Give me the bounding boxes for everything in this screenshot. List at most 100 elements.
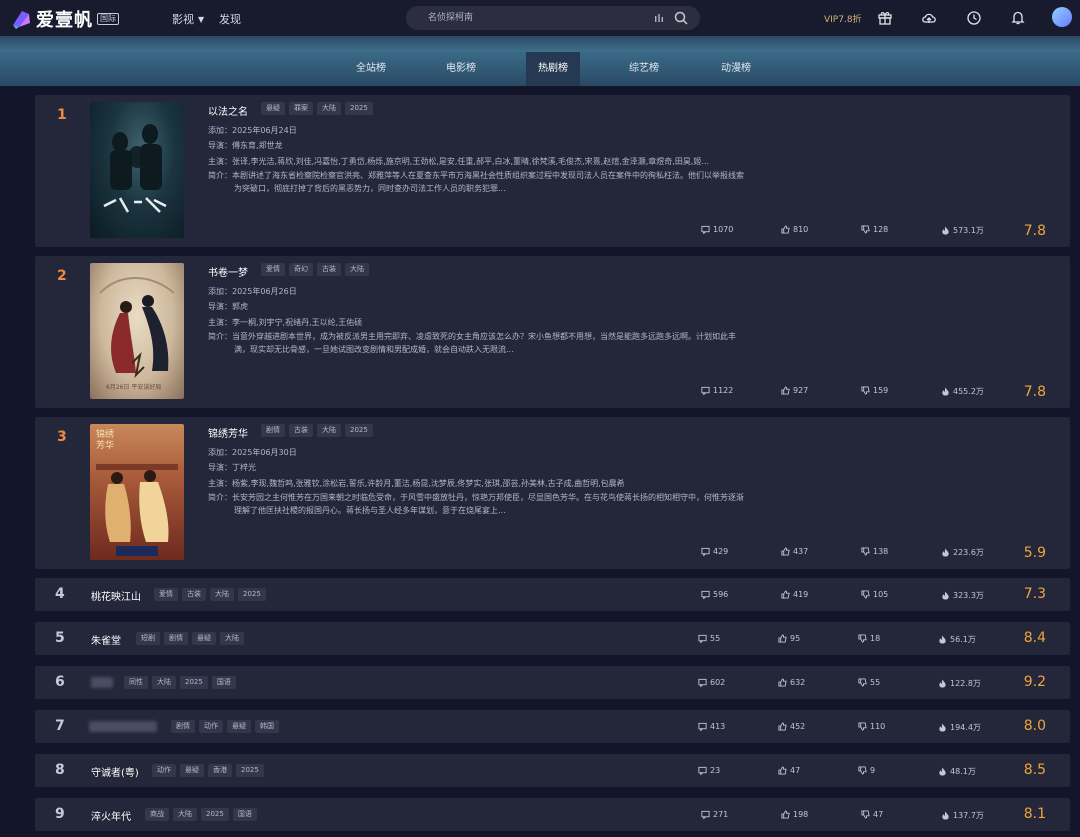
- item-title[interactable]: 淬火年代: [91, 808, 131, 823]
- tag[interactable]: 奇幻: [289, 263, 313, 276]
- tab-variety[interactable]: 综艺榜: [614, 52, 674, 86]
- tag[interactable]: 2025: [345, 102, 373, 115]
- tag[interactable]: 国语: [232, 808, 257, 821]
- list-item[interactable]: 2 6月26日 平安该好局 书卷一梦 爱情 奇幻 古装 大陆 添加：2025年0…: [35, 256, 1070, 408]
- tag[interactable]: 大陆: [220, 632, 244, 645]
- item-title[interactable]: 朱雀堂: [91, 632, 121, 647]
- like-count[interactable]: 437: [781, 547, 808, 556]
- cast-row: 主演：杨紫,李现,魏哲鸣,张雅钦,涂松岩,誓乐,许龄月,董洁,杨昆,沈梦辰,佟梦…: [208, 478, 625, 489]
- tag[interactable]: 2025: [345, 424, 373, 437]
- tag[interactable]: 2025: [201, 808, 229, 821]
- tag[interactable]: 爱情: [154, 588, 178, 601]
- history-icon[interactable]: [966, 10, 982, 26]
- like-count[interactable]: 810: [781, 225, 808, 234]
- tag[interactable]: 爱情: [261, 263, 285, 276]
- like-count[interactable]: 452: [778, 722, 805, 731]
- tag[interactable]: 大陆: [210, 588, 234, 601]
- item-title[interactable]: 锦绣芳华: [208, 425, 248, 440]
- nav-video[interactable]: 影视 ▼: [172, 11, 204, 27]
- item-title[interactable]: 桃花映江山: [91, 588, 141, 603]
- tag[interactable]: 悬疑: [261, 102, 285, 115]
- tag[interactable]: 大陆: [317, 102, 341, 115]
- dislike-count[interactable]: 47: [861, 810, 883, 819]
- tag[interactable]: 国语: [211, 676, 236, 689]
- cast-label: 主演：: [208, 318, 232, 327]
- dislike-count[interactable]: 9: [858, 766, 875, 775]
- nav-discover[interactable]: 发现: [219, 11, 241, 27]
- tag[interactable]: 2025: [236, 764, 264, 777]
- tag[interactable]: 2025: [180, 676, 208, 689]
- tab-all[interactable]: 全站榜: [341, 52, 401, 86]
- tag[interactable]: 大陆: [173, 808, 197, 821]
- poster-image[interactable]: [90, 102, 184, 238]
- tag[interactable]: 香港: [208, 764, 232, 777]
- thumbs-up-icon: [781, 590, 790, 599]
- dislike-count[interactable]: 55: [858, 678, 880, 687]
- like-count[interactable]: 95: [778, 634, 800, 643]
- tag[interactable]: 古装: [317, 263, 341, 276]
- comment-icon: [701, 386, 710, 395]
- tab-movies[interactable]: 电影榜: [431, 52, 491, 86]
- item-title[interactable]: 守诚者(粤): [91, 764, 139, 779]
- dislike-count[interactable]: 18: [858, 634, 880, 643]
- score: 8.5: [1023, 762, 1046, 778]
- logo[interactable]: 爱壹帆 国际: [10, 6, 119, 32]
- list-item[interactable]: 8 守诚者(粤) 动作 悬疑 香港 2025 23 47 9 48.1万 8.5: [35, 754, 1070, 787]
- tag[interactable]: 大陆: [317, 424, 341, 437]
- dislike-count[interactable]: 110: [858, 722, 885, 731]
- item-title[interactable]: 书卷一梦: [208, 264, 248, 279]
- avatar[interactable]: [1052, 7, 1072, 27]
- tab-anime[interactable]: 动漫榜: [706, 52, 766, 86]
- tag[interactable]: 大陆: [345, 263, 369, 276]
- gift-icon[interactable]: [877, 10, 893, 26]
- tag[interactable]: 古装: [289, 424, 313, 437]
- like-count[interactable]: 419: [781, 590, 808, 599]
- list-item[interactable]: 6 同性 大陆 2025 国语 602 632 55 122.8万 9.2: [35, 666, 1070, 699]
- tag[interactable]: 悬疑: [227, 720, 251, 733]
- search-input[interactable]: [428, 11, 638, 25]
- tag[interactable]: 短剧: [136, 632, 160, 645]
- list-item[interactable]: 7 剧情 动作 悬疑 韩国 413 452 110 194.4万 8.0: [35, 710, 1070, 743]
- director-label: 导演：: [208, 141, 232, 150]
- like-count[interactable]: 927: [781, 386, 808, 395]
- poster-image[interactable]: 锦绣芳华: [90, 424, 184, 560]
- director-row: 导演：丁梓光: [208, 462, 256, 473]
- list-item[interactable]: 9 淬火年代 商战 大陆 2025 国语 271 198 47 137.7万 8…: [35, 798, 1070, 831]
- item-title[interactable]: 以法之名: [208, 103, 248, 118]
- tag[interactable]: 同性: [124, 676, 148, 689]
- search-icon[interactable]: [674, 11, 688, 25]
- list-item[interactable]: 3 锦绣芳华 锦绣芳华 剧情 古装 大陆 2025 添加：2025年06月30日…: [35, 417, 1070, 569]
- list-item[interactable]: 1 以法之名 悬疑 罪案 大陆 2025 添加：2025年06月24日 导演：傅…: [35, 95, 1070, 247]
- poster-image[interactable]: 6月26日 平安该好局: [90, 263, 184, 399]
- tag[interactable]: 动作: [199, 720, 223, 733]
- tag[interactable]: 古装: [182, 588, 206, 601]
- list-item[interactable]: 5 朱雀堂 短剧 剧情 悬疑 大陆 55 95 18 56.1万 8.4: [35, 622, 1070, 655]
- list-item[interactable]: 4 桃花映江山 爱情 古装 大陆 2025 596 419 105 323.3万…: [35, 578, 1070, 611]
- dislike-count[interactable]: 159: [861, 386, 888, 395]
- cloud-upload-icon[interactable]: [921, 10, 937, 26]
- tag[interactable]: 韩国: [255, 720, 279, 733]
- tag[interactable]: 动作: [152, 764, 176, 777]
- bell-icon[interactable]: [1010, 10, 1026, 26]
- heat-count: 56.1万: [938, 634, 976, 645]
- like-count[interactable]: 632: [778, 678, 805, 687]
- tab-dramas[interactable]: 热剧榜: [526, 52, 580, 86]
- redacted-title[interactable]: [91, 677, 113, 688]
- tag[interactable]: 悬疑: [192, 632, 216, 645]
- vip-discount-link[interactable]: VIP7.8折: [824, 12, 862, 25]
- tag[interactable]: 罪案: [289, 102, 313, 115]
- tag[interactable]: 商战: [145, 808, 169, 821]
- dislike-count[interactable]: 105: [861, 590, 888, 599]
- tag[interactable]: 剧情: [171, 720, 195, 733]
- like-count[interactable]: 47: [778, 766, 800, 775]
- tag[interactable]: 2025: [238, 588, 266, 601]
- dislike-count[interactable]: 128: [861, 225, 888, 234]
- tag[interactable]: 剧情: [164, 632, 188, 645]
- tag[interactable]: 大陆: [152, 676, 176, 689]
- dislike-count[interactable]: 138: [861, 547, 888, 556]
- like-count[interactable]: 198: [781, 810, 808, 819]
- voice-bars-icon[interactable]: [654, 13, 664, 23]
- tag[interactable]: 剧情: [261, 424, 285, 437]
- redacted-title[interactable]: [89, 721, 157, 732]
- tag[interactable]: 悬疑: [180, 764, 204, 777]
